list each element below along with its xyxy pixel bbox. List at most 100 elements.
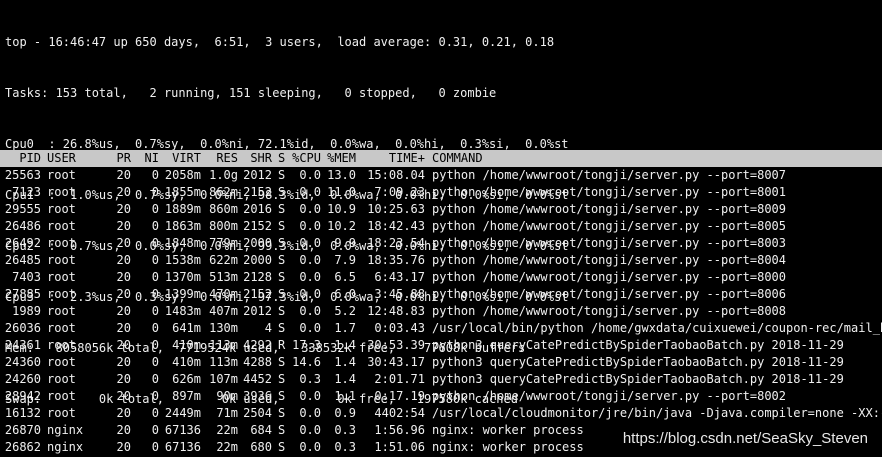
pr-cell: 20 [116, 355, 131, 369]
pid-cell: 24360 [4, 355, 41, 369]
pid-cell: 29555 [4, 202, 41, 216]
process-row[interactable]: 1989 root 20 0 1483m 407m 2012 S 0.0 5.2 12:48.83 p… [0, 303, 882, 320]
pr-cell: 20 [116, 304, 131, 318]
virt-cell: 641m [172, 321, 201, 335]
pr-cell: 20 [116, 253, 131, 267]
ni-cell: 0 [151, 236, 159, 250]
user-cell: root [47, 355, 76, 369]
column-header-time: TIME+ [388, 151, 425, 165]
terminal-window[interactable]: top - 16:46:47 up 650 days, 6:51, 3 user… [0, 0, 882, 457]
command-cell: python3 queryCatePredictBySpiderTaobaoBa… [432, 355, 844, 369]
process-row[interactable]: 29555 root 20 0 1889m 860m 2016 S 0.0 10.9 10:25.6… [0, 201, 882, 218]
res-cell: 107m [209, 372, 238, 386]
process-row[interactable]: 26486 root 20 0 1863m 800m 2152 S 0.0 10.2 18:42.4… [0, 218, 882, 235]
virt-cell: 626m [172, 372, 201, 386]
column-header-command: COMMAND [432, 151, 483, 165]
time-cell: 18:42.43 [367, 219, 425, 233]
process-row[interactable]: 24360 root 20 0 410m 113m 4288 S 14.6 1.4 30:43.17… [0, 354, 882, 371]
state-cell: S [278, 253, 286, 267]
pid-cell: 24361 [4, 338, 41, 352]
process-table-header: PID USER PR NI VIRT RES SHR S %CPU %MEM … [0, 150, 882, 167]
res-cell: 862m [209, 185, 238, 199]
process-row[interactable]: 7403 root 20 0 1370m 513m 2128 S 0.0 6.5 6:43.17 py… [0, 269, 882, 286]
user-cell: root [47, 304, 76, 318]
cpu-cell: 14.6 [292, 355, 321, 369]
res-cell: 90m [216, 389, 238, 403]
ni-cell: 0 [151, 372, 159, 386]
mem-cell: 0.3 [334, 440, 356, 454]
cpu-cell: 0.0 [299, 253, 321, 267]
state-cell: S [278, 202, 286, 216]
shr-cell: 4 [264, 321, 272, 335]
mem-cell: 0.3 [334, 423, 356, 437]
pr-cell: 20 [116, 202, 131, 216]
mem-cell: 13.0 [327, 168, 356, 182]
command-cell: python /home/wwwroot/tongji/server.py --… [432, 202, 787, 216]
pid-cell: 26036 [4, 321, 41, 335]
shr-cell: 2000 [243, 236, 272, 250]
command-cell: python /home/wwwroot/tongji/server.py --… [432, 304, 787, 318]
mem-cell: 1.4 [334, 372, 356, 386]
process-row[interactable]: 26036 root 20 0 641m 130m 4 S 0.0 1.7 0:03.43/usr/… [0, 320, 882, 337]
ni-cell: 0 [151, 253, 159, 267]
state-cell: S [278, 355, 286, 369]
pr-cell: 20 [116, 406, 131, 420]
command-cell: python /home/wwwroot/tongji/server.py --… [432, 389, 787, 403]
shr-cell: 2152 [243, 219, 272, 233]
shr-cell: 2504 [243, 406, 272, 420]
process-row[interactable]: 26492 root 20 0 1848m 779m 2000 S 0.0 9.9 18:23.54… [0, 235, 882, 252]
cpu-cell: 0.0 [299, 185, 321, 199]
column-header-virt: VIRT [172, 151, 201, 165]
pid-cell: 27885 [4, 287, 41, 301]
virt-cell: 1855m [164, 185, 201, 199]
process-row[interactable]: 7123 root 20 0 1855m 862m 2152 S 0.0 11.0 7:09.23 p… [0, 184, 882, 201]
time-cell: 18:35.76 [367, 253, 425, 267]
process-row[interactable]: 24361 root 20 0 410m 113m 4292 R 17.3 1.4 30:53.39… [0, 337, 882, 354]
tasks-line: Tasks: 153 total, 2 running, 151 sleepin… [5, 86, 497, 100]
mem-cell: 10.2 [327, 219, 356, 233]
ni-cell: 0 [151, 202, 159, 216]
user-cell: nginx [47, 440, 84, 454]
command-cell: python /home/wwwroot/tongji/server.py --… [432, 253, 787, 267]
mem-cell: 6.5 [334, 270, 356, 284]
command-cell: python3 queryCatePredictBySpiderTaobaoBa… [432, 338, 844, 352]
process-row[interactable]: 27885 root 20 0 1399m 470m 2152 S 0.0 6.0 3:45.88 p… [0, 286, 882, 303]
res-cell: 622m [209, 253, 238, 267]
process-row[interactable]: 16132 root 20 0 2449m 71m 2504 S 0.0 0.9 4402:54/u… [0, 405, 882, 422]
res-cell: 407m [209, 304, 238, 318]
mem-cell: 1.4 [334, 338, 356, 352]
process-row[interactable]: 24260 root 20 0 626m 107m 4452 S 0.3 1.4 2:01.71 py… [0, 371, 882, 388]
shr-cell: 2152 [243, 185, 272, 199]
column-header-cpu: %CPU [292, 151, 321, 165]
process-row[interactable]: 25563 root 20 0 2058m 1.0g 2012 S 0.0 13.0 15:08.0… [0, 167, 882, 184]
user-cell: root [47, 202, 76, 216]
virt-cell: 410m [172, 355, 201, 369]
res-cell: 113m [209, 355, 238, 369]
time-cell: 18:23.54 [367, 236, 425, 250]
process-row[interactable]: 28942 root 20 0 897m 90m 3936 S 0.0 1.1 0:17.19 pyt… [0, 388, 882, 405]
state-cell: S [278, 304, 286, 318]
mem-cell: 0.9 [334, 406, 356, 420]
pr-cell: 20 [116, 168, 131, 182]
res-cell: 130m [209, 321, 238, 335]
shr-cell: 3936 [243, 389, 272, 403]
mem-cell: 5.2 [334, 304, 356, 318]
ni-cell: 0 [151, 270, 159, 284]
user-cell: root [47, 372, 76, 386]
pid-cell: 26870 [4, 423, 41, 437]
shr-cell: 2012 [243, 304, 272, 318]
res-cell: 513m [209, 270, 238, 284]
res-cell: 800m [209, 219, 238, 233]
state-cell: R [278, 338, 286, 352]
virt-cell: 1889m [164, 202, 201, 216]
virt-cell: 1538m [164, 253, 201, 267]
cpu-cell: 0.0 [299, 270, 321, 284]
res-cell: 22m [216, 440, 238, 454]
process-row[interactable]: 26485 root 20 0 1538m 622m 2000 S 0.0 7.9 18:35.76… [0, 252, 882, 269]
time-cell: 12:48.83 [367, 304, 425, 318]
time-cell: 0:17.19 [374, 389, 425, 403]
command-cell: python /home/wwwroot/tongji/server.py --… [432, 168, 787, 182]
ni-cell: 0 [151, 219, 159, 233]
column-header-shr: SHR [250, 151, 272, 165]
time-cell: 0:03.43 [374, 321, 425, 335]
